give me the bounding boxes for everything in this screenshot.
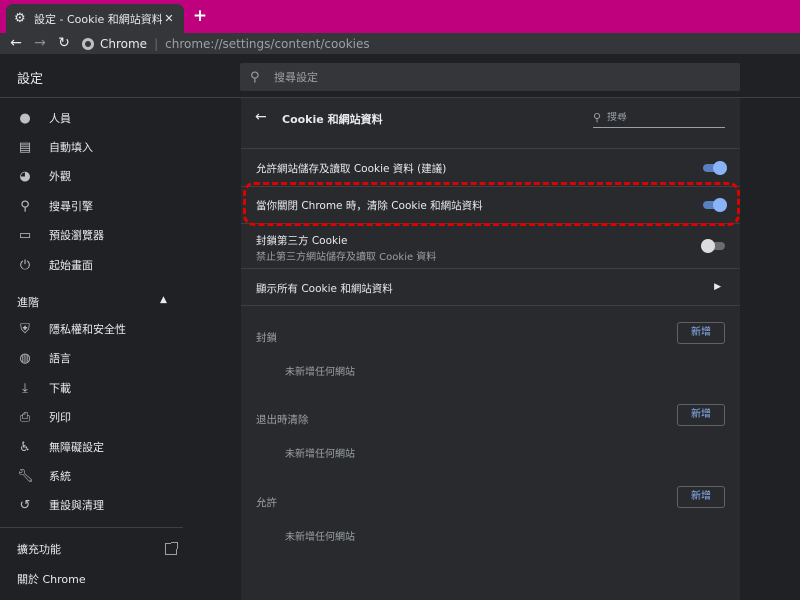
wrench-icon: 🔧︎ xyxy=(17,468,34,484)
sidebar-item-downloads[interactable]: ⤓ 下載 xyxy=(0,374,183,402)
block-empty-text: 未新增任何網站 xyxy=(285,367,355,378)
reload-button[interactable]: ↻ xyxy=(52,33,76,54)
see-all-cookies-row[interactable]: 顯示所有 Cookie 和網站資料 ▶ xyxy=(241,269,740,305)
sidebar-item-reset[interactable]: ↺ 重設與清理 xyxy=(0,491,183,519)
sidebar: ● 人員 ▤ 自動填入 ◕ 外觀 ⚲ 搜尋引擎 ▭ 預設瀏覽器 ⏻ 起始畫面 進… xyxy=(0,99,183,600)
highlight-annotation xyxy=(243,182,740,226)
sidebar-item-languages[interactable]: ◍ 語言 xyxy=(0,344,183,372)
person-icon: ● xyxy=(19,110,31,126)
sidebar-item-label: 預設瀏覽器 xyxy=(49,229,104,242)
sidebar-item-people[interactable]: ● 人員 xyxy=(0,104,183,132)
row-divider xyxy=(241,305,740,306)
browser-icon: ▭ xyxy=(18,227,32,243)
sidebar-item-accessibility[interactable]: ♿ 無障礙設定 xyxy=(0,433,183,461)
back-arrow-icon[interactable]: ← xyxy=(255,109,267,125)
setting-allow-cookies[interactable]: 允許網站儲存及讀取 Cookie 資料 (建議) xyxy=(241,149,740,186)
allow-empty-text: 未新增任何網站 xyxy=(285,532,355,543)
chrome-site-icon xyxy=(82,37,94,50)
sidebar-item-printing[interactable]: ⎙ 列印 xyxy=(0,403,183,431)
settings-search-bar[interactable]: ⚲ xyxy=(240,63,740,91)
allow-cookies-toggle[interactable] xyxy=(703,161,727,175)
sidebar-item-label: 隱私權和安全性 xyxy=(49,323,126,336)
block-section-label: 封鎖 xyxy=(256,332,277,344)
open-in-new-icon xyxy=(165,542,178,555)
sidebar-item-label: 系統 xyxy=(49,470,71,483)
search-icon: ⚲ xyxy=(20,198,30,214)
sidebar-item-label: 列印 xyxy=(49,411,71,424)
setting-label: 允許網站儲存及讀取 Cookie 資料 (建議) xyxy=(256,163,447,175)
sidebar-advanced-heading[interactable]: 進階 xyxy=(17,294,39,310)
globe-icon: ◍ xyxy=(19,350,31,366)
page-search-input[interactable] xyxy=(607,112,717,123)
tab-strip: ⚙ 設定 - Cookie 和網站資料 ✕ + xyxy=(0,0,800,33)
sidebar-item-label: 自動填入 xyxy=(49,141,93,154)
sidebar-item-about[interactable]: 關於 Chrome xyxy=(17,571,177,587)
search-icon: ⚲ xyxy=(593,111,602,124)
card-header: ← Cookie 和網站資料 ⚲ xyxy=(241,98,740,138)
cookies-settings-card: ← Cookie 和網站資料 ⚲ 允許網站儲存及讀取 Cookie 資料 (建議… xyxy=(241,98,740,600)
page-search[interactable]: ⚲ xyxy=(593,108,725,128)
close-tab-icon[interactable]: ✕ xyxy=(162,12,176,25)
setting-sublabel: 禁止第三方網站儲存及讀取 Cookie 資料 xyxy=(256,252,437,263)
sidebar-item-label: 語言 xyxy=(49,352,71,365)
sidebar-item-label: 起始畫面 xyxy=(49,259,93,272)
settings-search-input[interactable] xyxy=(274,70,674,84)
omnibox-url: chrome://settings/content/cookies xyxy=(165,36,370,51)
sidebar-item-label: 關於 Chrome xyxy=(17,573,86,586)
add-block-button[interactable]: 新增 xyxy=(677,322,725,344)
setting-block-third-party[interactable]: 封鎖第三方 Cookie 禁止第三方網站儲存及讀取 Cookie 資料 xyxy=(241,224,740,268)
omnibox[interactable]: Chrome | chrome://settings/content/cooki… xyxy=(82,33,370,54)
browser-toolbar: ← → ↻ Chrome | chrome://settings/content… xyxy=(0,33,800,54)
tab-title: 設定 - Cookie 和網站資料 xyxy=(34,12,162,26)
sidebar-item-label: 重設與清理 xyxy=(49,499,104,512)
search-icon: ⚲ xyxy=(250,69,260,85)
sidebar-item-on-startup[interactable]: ⏻ 起始畫面 xyxy=(0,251,183,279)
sidebar-item-extensions[interactable]: 擴充功能 xyxy=(17,541,178,557)
chevron-up-icon[interactable]: ▲ xyxy=(160,295,167,305)
print-icon: ⎙ xyxy=(19,409,31,425)
forward-button[interactable]: → xyxy=(28,33,52,54)
sidebar-item-label: 擴充功能 xyxy=(17,543,61,556)
sidebar-item-label: 人員 xyxy=(49,112,71,125)
sidebar-item-system[interactable]: 🔧︎ 系統 xyxy=(0,462,183,490)
accessibility-icon: ♿ xyxy=(19,439,31,455)
tab-settings[interactable]: ⚙ 設定 - Cookie 和網站資料 ✕ xyxy=(6,4,184,33)
sidebar-item-appearance[interactable]: ◕ 外觀 xyxy=(0,162,183,190)
clear-on-exit-section-label: 退出時清除 xyxy=(256,414,309,426)
sidebar-item-label: 搜尋引擎 xyxy=(49,200,93,213)
sidebar-item-default-browser[interactable]: ▭ 預設瀏覽器 xyxy=(0,221,183,249)
see-all-label: 顯示所有 Cookie 和網站資料 xyxy=(256,283,393,295)
shield-icon: ⛨ xyxy=(20,321,30,337)
back-button[interactable]: ← xyxy=(4,33,28,54)
sidebar-item-label: 下載 xyxy=(49,382,71,395)
sidebar-item-label: 外觀 xyxy=(49,170,71,183)
palette-icon: ◕ xyxy=(19,168,31,184)
sidebar-item-label: 無障礙設定 xyxy=(49,441,104,454)
settings-title: 設定 xyxy=(17,72,44,87)
clear-on-exit-empty-text: 未新增任何網站 xyxy=(285,449,355,460)
new-tab-button[interactable]: + xyxy=(190,6,210,26)
settings-header: 設定 ⚲ xyxy=(0,54,800,98)
allow-section-label: 允許 xyxy=(256,497,277,509)
add-clear-on-exit-button[interactable]: 新增 xyxy=(677,404,725,426)
sidebar-item-autofill[interactable]: ▤ 自動填入 xyxy=(0,133,183,161)
assignment-icon: ▤ xyxy=(18,139,32,155)
sidebar-item-search-engine[interactable]: ⚲ 搜尋引擎 xyxy=(0,192,183,220)
block-third-party-toggle[interactable] xyxy=(701,239,725,253)
omnibox-origin: Chrome xyxy=(100,36,148,51)
page-title: Cookie 和網站資料 xyxy=(282,113,383,126)
gear-icon: ⚙ xyxy=(14,11,26,26)
setting-label: 封鎖第三方 Cookie xyxy=(256,235,348,247)
download-icon: ⤓ xyxy=(22,380,28,396)
history-icon: ↺ xyxy=(19,497,31,513)
sidebar-divider xyxy=(0,527,183,528)
sidebar-item-privacy[interactable]: ⛨ 隱私權和安全性 xyxy=(0,315,183,343)
omnibox-separator: | xyxy=(154,36,159,51)
chevron-right-icon: ▶ xyxy=(714,282,721,292)
power-icon: ⏻ xyxy=(19,257,31,273)
add-allow-button[interactable]: 新增 xyxy=(677,486,725,508)
